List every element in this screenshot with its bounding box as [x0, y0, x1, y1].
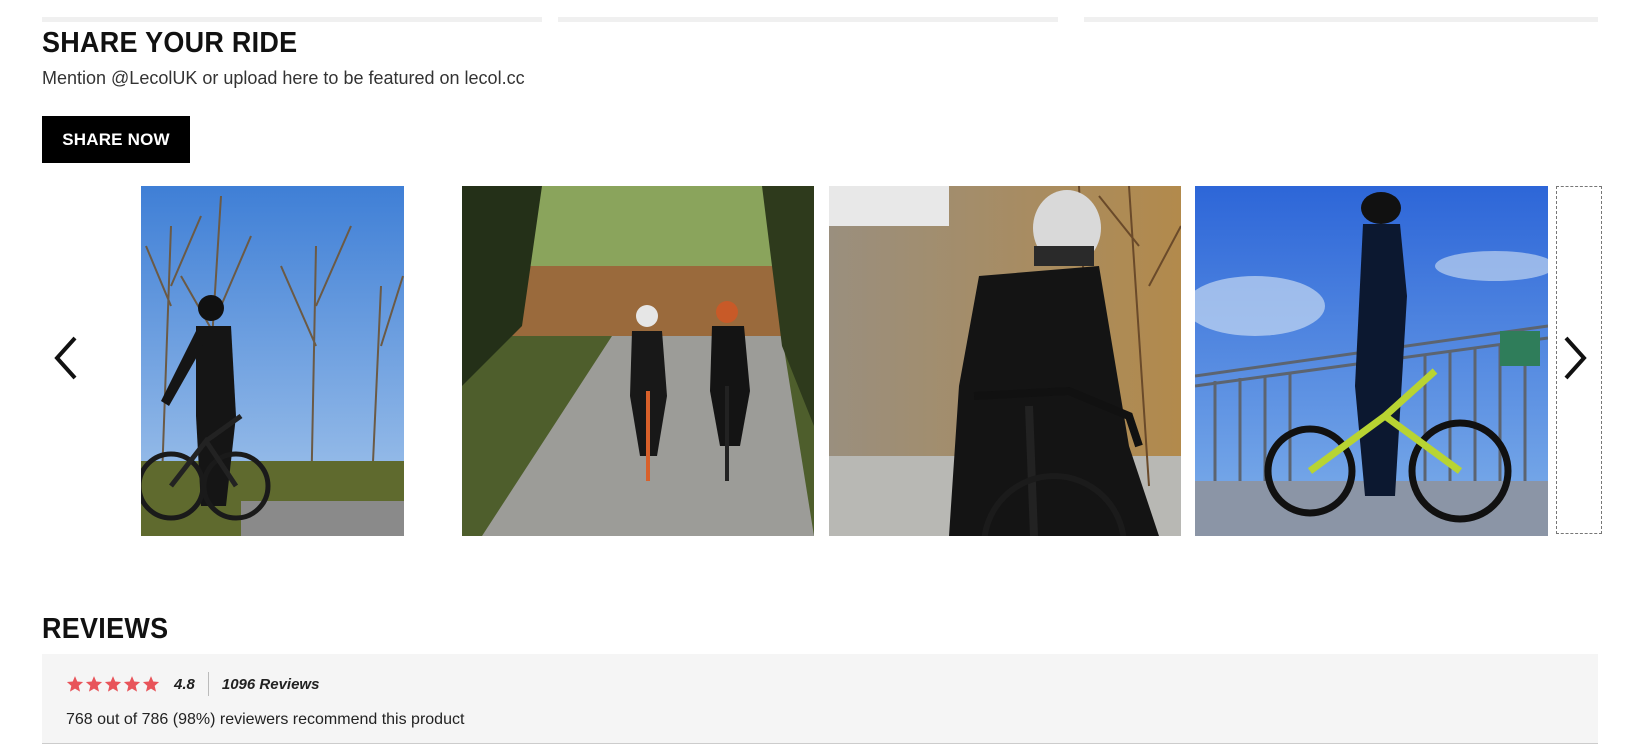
star-icon — [123, 676, 141, 692]
carousel-next-button[interactable] — [1555, 326, 1595, 390]
divider — [207, 672, 209, 696]
photo-image — [1195, 186, 1548, 536]
rating-row: 4.8 1096 Reviews — [66, 671, 319, 697]
star-icon — [85, 676, 103, 692]
ugc-photo[interactable] — [829, 186, 1181, 536]
photo-image — [141, 186, 404, 536]
chevron-left-icon — [54, 336, 77, 380]
ugc-photo-carousel — [42, 186, 1602, 538]
divider-bar — [42, 17, 542, 22]
ugc-photo[interactable] — [1195, 186, 1548, 536]
carousel-prev-button[interactable] — [46, 326, 86, 390]
divider-bar — [558, 17, 1058, 22]
divider-bar — [1084, 17, 1598, 22]
ugc-photo[interactable] — [141, 186, 404, 536]
star-icon — [104, 676, 122, 692]
top-divider-bars — [42, 17, 1598, 22]
chevron-right-icon — [1564, 336, 1587, 380]
review-count-link[interactable]: 1096 Reviews — [222, 676, 320, 693]
share-subtitle: Mention @LecolUK or upload here to be fe… — [42, 68, 525, 88]
photo-image — [462, 186, 814, 536]
reviews-summary: 4.8 1096 Reviews 768 out of 786 (98%) re… — [42, 654, 1598, 744]
photo-image — [829, 186, 1181, 536]
share-now-button[interactable]: SHARE NOW — [42, 116, 190, 163]
ugc-photo[interactable] — [462, 186, 814, 536]
star-rating — [66, 675, 160, 693]
star-icon — [66, 676, 84, 692]
star-icon — [142, 676, 160, 692]
recommend-summary: 768 out of 786 (98%) reviewers recommend… — [66, 711, 465, 728]
average-rating: 4.8 — [174, 675, 195, 693]
reviews-section-title: REVIEWS — [42, 613, 169, 645]
share-section-title: SHARE YOUR RIDE — [42, 27, 298, 59]
